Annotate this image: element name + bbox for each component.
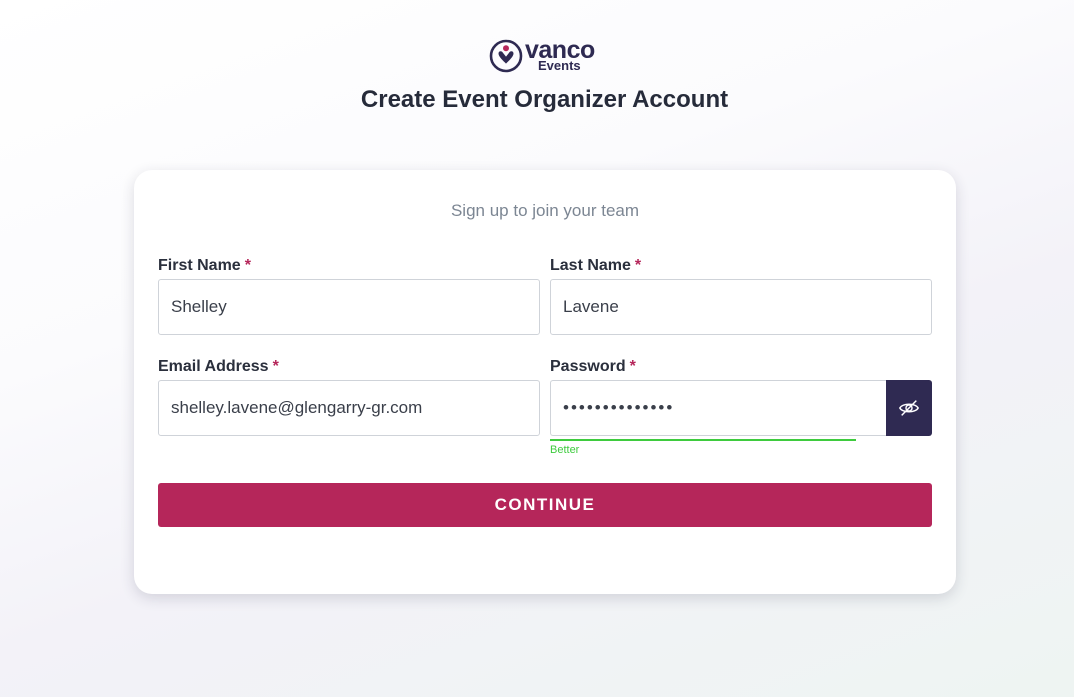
required-marker: * (634, 257, 642, 274)
password-field: Password* Better (550, 357, 932, 456)
last-name-input[interactable] (550, 279, 932, 335)
toggle-password-visibility-button[interactable] (886, 380, 932, 436)
email-label: Email Address * (158, 357, 540, 377)
email-field: Email Address * (158, 357, 540, 436)
email-input[interactable] (158, 380, 540, 436)
password-input[interactable] (550, 380, 887, 436)
first-name-label: First Name * (158, 256, 540, 276)
signup-card: Sign up to join your team First Name* La… (134, 170, 956, 594)
eye-slash-icon (898, 400, 920, 416)
continue-button[interactable]: CONTINUE (158, 483, 932, 527)
first-name-field: First Name * (158, 256, 540, 335)
last-name-label-text: Last Name (550, 257, 631, 274)
vanco-heart-person-icon (489, 39, 523, 73)
password-strength-label: Better (550, 444, 580, 456)
first-name-input[interactable] (158, 279, 540, 335)
page-title: Create Event Organizer Account (360, 86, 729, 113)
password-strength-bar (550, 439, 856, 441)
password-label-text: Password (550, 358, 626, 375)
last-name-label: Last Name * (550, 256, 932, 276)
required-marker: * (272, 358, 279, 375)
required-marker: * (244, 257, 251, 274)
password-input-group: Better (550, 380, 932, 456)
signup-subtitle: Sign up to join your team (450, 201, 640, 220)
last-name-field: Last Name * (550, 256, 932, 335)
first-name-label-text: First Name (158, 257, 241, 274)
required-marker: * (629, 358, 636, 375)
password-label: Password * (550, 357, 932, 377)
email-label-text: Email Address (158, 358, 269, 375)
vanco-events-logo: vanco Events (489, 38, 609, 75)
